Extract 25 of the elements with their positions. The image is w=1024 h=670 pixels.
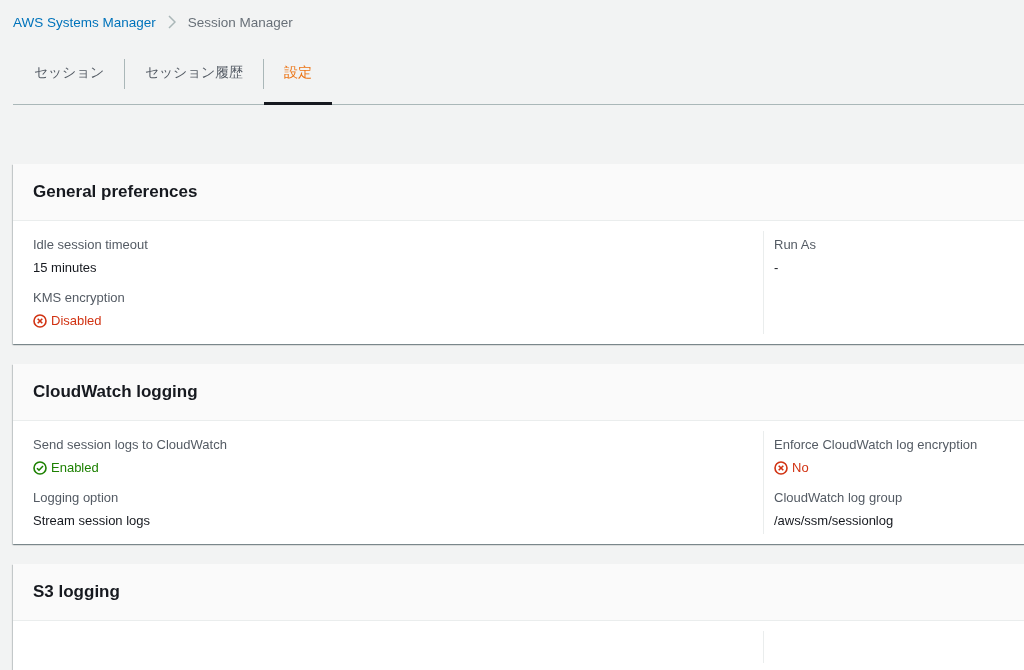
field-value: Stream session logs	[33, 513, 152, 528]
status-text: No	[792, 460, 809, 475]
panel-title: General preferences	[33, 182, 198, 202]
field-value: 15 minutes	[33, 260, 98, 275]
field-label: Enforce CloudWatch log encryption	[774, 437, 979, 452]
breadcrumb-current: Session Manager	[187, 14, 293, 30]
field-label: CloudWatch log group	[774, 490, 904, 505]
field-value: -	[774, 260, 780, 275]
panel-title: CloudWatch logging	[33, 382, 198, 402]
field-label: Logging option	[33, 490, 120, 505]
chevron-right-icon	[167, 15, 176, 29]
field-label: Send session logs to CloudWatch	[33, 437, 228, 452]
field-value: /aws/ssm/sessionlog	[774, 513, 895, 528]
breadcrumb-link[interactable]: AWS Systems Manager	[13, 14, 156, 30]
error-circle-icon	[774, 460, 788, 475]
status-text: Enabled	[51, 460, 99, 475]
tab[interactable]: セッション履歴	[125, 44, 263, 105]
panel-title: S3 logging	[33, 582, 120, 602]
error-circle-icon	[33, 313, 47, 328]
field-label: Run As	[774, 237, 817, 252]
check-circle-icon	[33, 460, 47, 475]
status-text: Disabled	[51, 313, 102, 328]
tab[interactable]: セッション	[13, 44, 124, 105]
field-label: KMS encryption	[33, 290, 126, 305]
field-label: Idle session timeout	[33, 237, 149, 252]
